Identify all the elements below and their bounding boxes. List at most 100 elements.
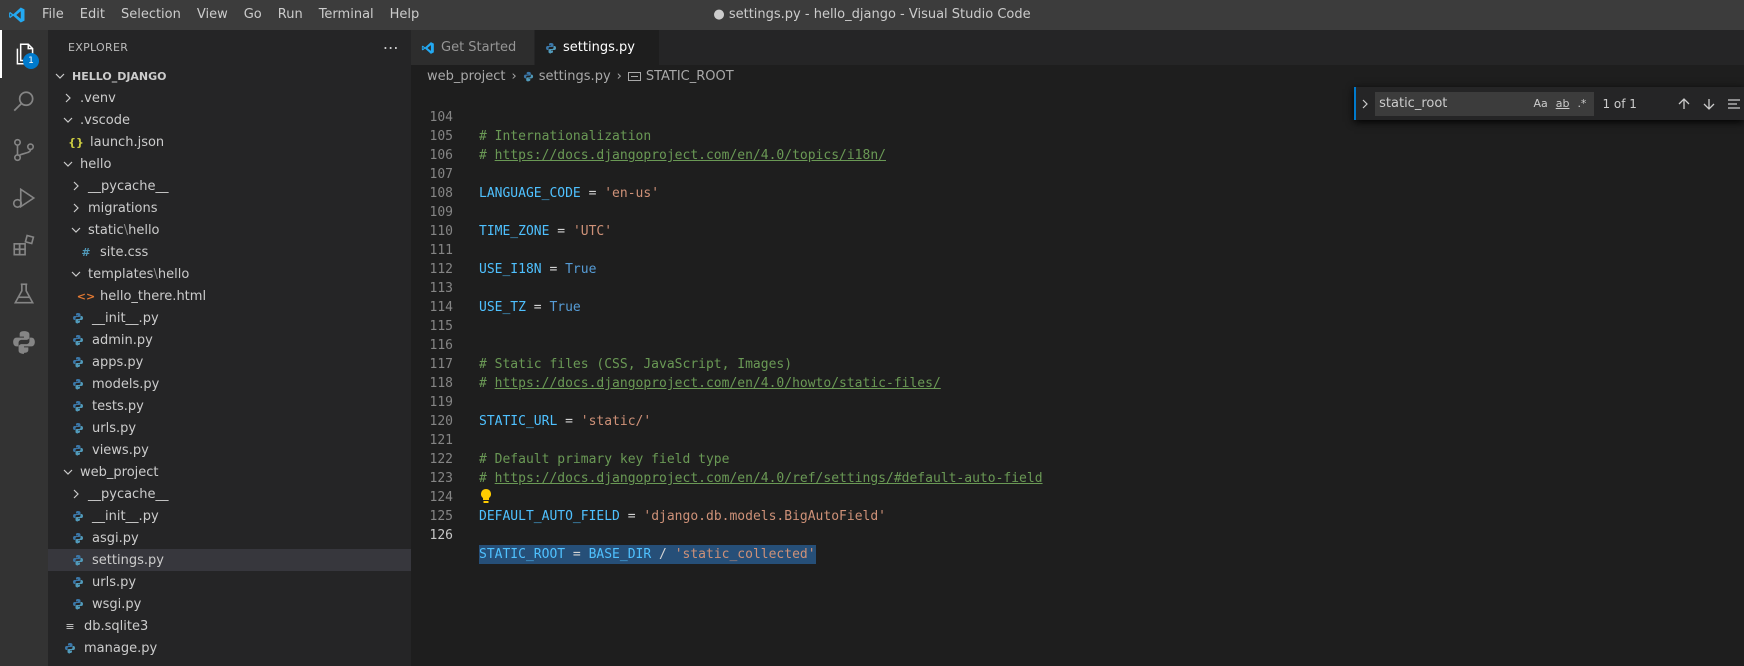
tree-item-settings-py[interactable]: settings.py	[48, 549, 411, 571]
tree-item-hello[interactable]: hello	[48, 153, 411, 175]
breadcrumb: web_project › settings.py › STATIC_ROOT	[411, 65, 1744, 87]
code-operator: =	[565, 547, 589, 562]
code-line: 107 LANGUAGE_CODE = 'en-us'	[411, 146, 1744, 201]
menu-go[interactable]: Go	[236, 0, 270, 30]
python-file-icon	[523, 71, 534, 82]
tree-item-label: __pycache__	[88, 486, 169, 502]
python-file-icon	[70, 332, 86, 348]
find-in-selection-button[interactable]	[1723, 93, 1744, 115]
tree-item-static-hello[interactable]: static \ hello	[48, 219, 411, 241]
explorer-activity[interactable]: 1	[0, 30, 48, 78]
find-input[interactable]: static_root Aa ab .*	[1375, 91, 1595, 116]
menu-help[interactable]: Help	[382, 0, 428, 30]
tree-item-admin-py[interactable]: admin.py	[48, 329, 411, 351]
python-file-icon	[70, 310, 86, 326]
tree-item-apps-py[interactable]: apps.py	[48, 351, 411, 373]
code-line-current: 126 STATIC_ROOT = BASE_DIR / 'static_col…	[411, 507, 1744, 564]
tree-item-hello-there-html[interactable]: <> hello_there.html	[48, 285, 411, 307]
tree-item-vscode[interactable]: .vscode	[48, 109, 411, 131]
tree-item-templates-hello[interactable]: templates \ hello	[48, 263, 411, 285]
tree-item-views-py[interactable]: views.py	[48, 439, 411, 461]
tab-settings-py[interactable]: settings.py	[535, 30, 660, 65]
tree-item-web-project[interactable]: web_project	[48, 461, 411, 483]
tree-item-label: hello	[80, 156, 112, 172]
arrow-up-icon	[1678, 97, 1690, 109]
tree-item-asgi-py[interactable]: asgi.py	[48, 527, 411, 549]
tree-item-label: apps.py	[92, 354, 144, 370]
next-match-button[interactable]	[1698, 93, 1719, 115]
tree-item-migrations[interactable]: migrations	[48, 197, 411, 219]
breadcrumb-folder[interactable]: web_project	[427, 69, 506, 84]
folder-root[interactable]: HELLO_DJANGO	[48, 65, 411, 87]
code-editor[interactable]: 104 # Internationalization 105 # https:/…	[411, 89, 1744, 666]
extensions-icon	[13, 234, 35, 256]
python-file-icon	[545, 42, 557, 54]
tree-item-manage-py[interactable]: manage.py	[48, 637, 411, 659]
python-activity[interactable]	[0, 318, 48, 366]
match-case-button[interactable]: Aa	[1533, 97, 1547, 110]
tree-item-pycache[interactable]: __pycache__	[48, 175, 411, 197]
tree-item-db-sqlite3[interactable]: ≡ db.sqlite3	[48, 615, 411, 637]
regex-button[interactable]: .*	[1577, 97, 1586, 110]
python-file-icon	[62, 640, 78, 656]
tree-item-wsgi-py[interactable]: wsgi.py	[48, 593, 411, 615]
extensions-activity[interactable]	[0, 222, 48, 270]
tree-item-label: urls.py	[92, 420, 137, 436]
tree-item-tests-py[interactable]: tests.py	[48, 395, 411, 417]
menu-terminal[interactable]: Terminal	[311, 0, 382, 30]
menu-edit[interactable]: Edit	[72, 0, 113, 30]
tree-item-site-css[interactable]: # site.css	[48, 241, 411, 263]
python-file-icon	[70, 508, 86, 524]
tree-item-init-py[interactable]: __init__.py	[48, 307, 411, 329]
tab-label: Get Started	[441, 40, 517, 55]
search-activity[interactable]	[0, 78, 48, 126]
menu-file[interactable]: File	[34, 0, 72, 30]
menu-view[interactable]: View	[189, 0, 236, 30]
tree-item-venv[interactable]: .venv	[48, 87, 411, 109]
tree-item-pycache-2[interactable]: __pycache__	[48, 483, 411, 505]
json-file-icon: {}	[68, 135, 84, 149]
tree-item-label: models.py	[92, 376, 160, 392]
source-control-activity[interactable]	[0, 126, 48, 174]
menu-run[interactable]: Run	[270, 0, 311, 30]
code-line: 116 # Static files (CSS, JavaScript, Ima…	[411, 317, 1744, 372]
tree-item-label: wsgi.py	[92, 596, 142, 612]
python-file-icon	[70, 574, 86, 590]
tree-item-label: HELLO_DJANGO	[72, 69, 167, 83]
tree-item-models-py[interactable]: models.py	[48, 373, 411, 395]
lines-icon	[1727, 98, 1740, 109]
chevron-down-icon	[60, 112, 76, 128]
code-string: 'static_collected'	[674, 547, 816, 562]
testing-activity[interactable]	[0, 270, 48, 318]
tab-get-started[interactable]: Get Started	[411, 30, 535, 65]
tree-item-urls-py-2[interactable]: urls.py	[48, 571, 411, 593]
code-line: 115	[411, 298, 1744, 334]
tree-item-init-py-2[interactable]: __init__.py	[48, 505, 411, 527]
tree-item-label: hello_there.html	[100, 288, 207, 304]
previous-match-button[interactable]	[1673, 93, 1694, 115]
whole-word-button[interactable]: ab	[1556, 97, 1570, 110]
arrow-down-icon	[1703, 98, 1715, 110]
tree-item-label: views.py	[92, 442, 149, 458]
tree-item-label: settings.py	[92, 552, 164, 568]
explorer-title: EXPLORER	[68, 41, 129, 54]
breadcrumb-symbol[interactable]: STATIC_ROOT	[646, 69, 734, 84]
tree-item-launch-json[interactable]: {} launch.json	[48, 131, 411, 153]
tree-item-label: static	[88, 222, 124, 238]
code-variable: STATIC_ROOT	[479, 547, 566, 562]
toggle-replace-button[interactable]	[1354, 87, 1373, 120]
breadcrumb-file[interactable]: settings.py	[539, 69, 611, 84]
chevron-right-icon	[68, 200, 84, 216]
chevron-right-icon	[60, 90, 76, 106]
code-line: 112	[411, 241, 1744, 277]
python-file-icon	[70, 398, 86, 414]
more-actions-icon[interactable]: ⋯	[383, 38, 399, 57]
database-file-icon: ≡	[65, 619, 75, 633]
run-debug-activity[interactable]	[0, 174, 48, 222]
tree-item-label: admin.py	[92, 332, 153, 348]
menu-selection[interactable]: Selection	[113, 0, 189, 30]
tree-item-urls-py[interactable]: urls.py	[48, 417, 411, 439]
chevron-right-icon	[1362, 99, 1368, 108]
explorer-badge: 1	[23, 53, 39, 69]
source-control-icon	[13, 138, 35, 162]
